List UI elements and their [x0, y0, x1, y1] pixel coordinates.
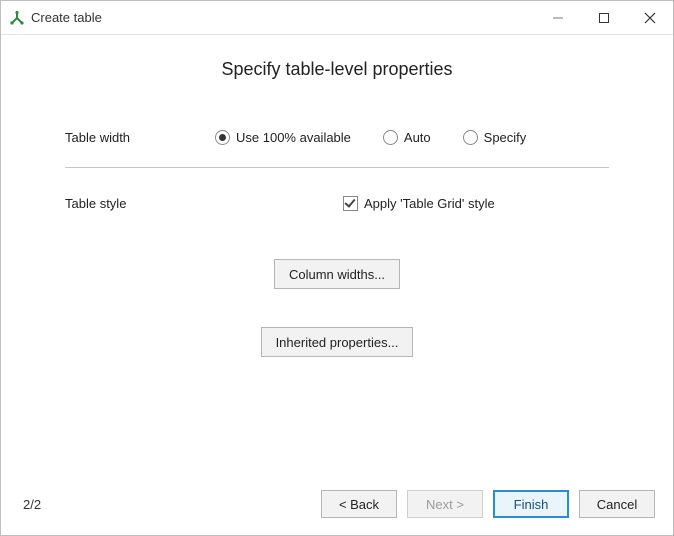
maximize-button[interactable] — [581, 1, 627, 34]
radio-specify[interactable]: Specify — [463, 130, 527, 145]
app-icon — [9, 10, 25, 26]
table-style-row: Table style Apply 'Table Grid' style — [65, 196, 609, 211]
column-widths-button[interactable]: Column widths... — [274, 259, 400, 289]
page-indicator: 2/2 — [23, 497, 41, 512]
next-button: Next > — [407, 490, 483, 518]
dialog-window: Create table Specify table-level propert… — [0, 0, 674, 536]
checkbox-label: Apply 'Table Grid' style — [364, 196, 495, 211]
radio-label: Use 100% available — [236, 130, 351, 145]
radio-auto[interactable]: Auto — [383, 130, 431, 145]
close-button[interactable] — [627, 1, 673, 34]
finish-button[interactable]: Finish — [493, 490, 569, 518]
inherited-properties-button[interactable]: Inherited properties... — [261, 327, 414, 357]
table-style-label: Table style — [65, 196, 215, 211]
footer-buttons: < Back Next > Finish Cancel — [321, 490, 655, 518]
window-controls — [535, 1, 673, 34]
table-width-radio-group: Use 100% available Auto Specify — [215, 130, 526, 145]
radio-use-100[interactable]: Use 100% available — [215, 130, 351, 145]
footer: 2/2 < Back Next > Finish Cancel — [1, 475, 673, 535]
radio-indicator-icon — [215, 130, 230, 145]
page-heading: Specify table-level properties — [25, 59, 649, 80]
apply-style-checkbox[interactable]: Apply 'Table Grid' style — [343, 196, 495, 211]
radio-indicator-icon — [463, 130, 478, 145]
column-widths-row: Column widths... — [65, 259, 609, 289]
content-area: Specify table-level properties Table wid… — [1, 35, 673, 475]
titlebar: Create table — [1, 1, 673, 35]
minimize-button[interactable] — [535, 1, 581, 34]
form-area: Table width Use 100% available Auto Spec… — [25, 130, 649, 357]
table-width-row: Table width Use 100% available Auto Spec… — [65, 130, 609, 145]
window-title: Create table — [31, 10, 102, 25]
radio-indicator-icon — [383, 130, 398, 145]
radio-label: Auto — [404, 130, 431, 145]
table-width-label: Table width — [65, 130, 215, 145]
checkbox-icon — [343, 196, 358, 211]
cancel-button[interactable]: Cancel — [579, 490, 655, 518]
back-button[interactable]: < Back — [321, 490, 397, 518]
radio-label: Specify — [484, 130, 527, 145]
inherited-properties-row: Inherited properties... — [65, 327, 609, 357]
separator — [65, 167, 609, 168]
